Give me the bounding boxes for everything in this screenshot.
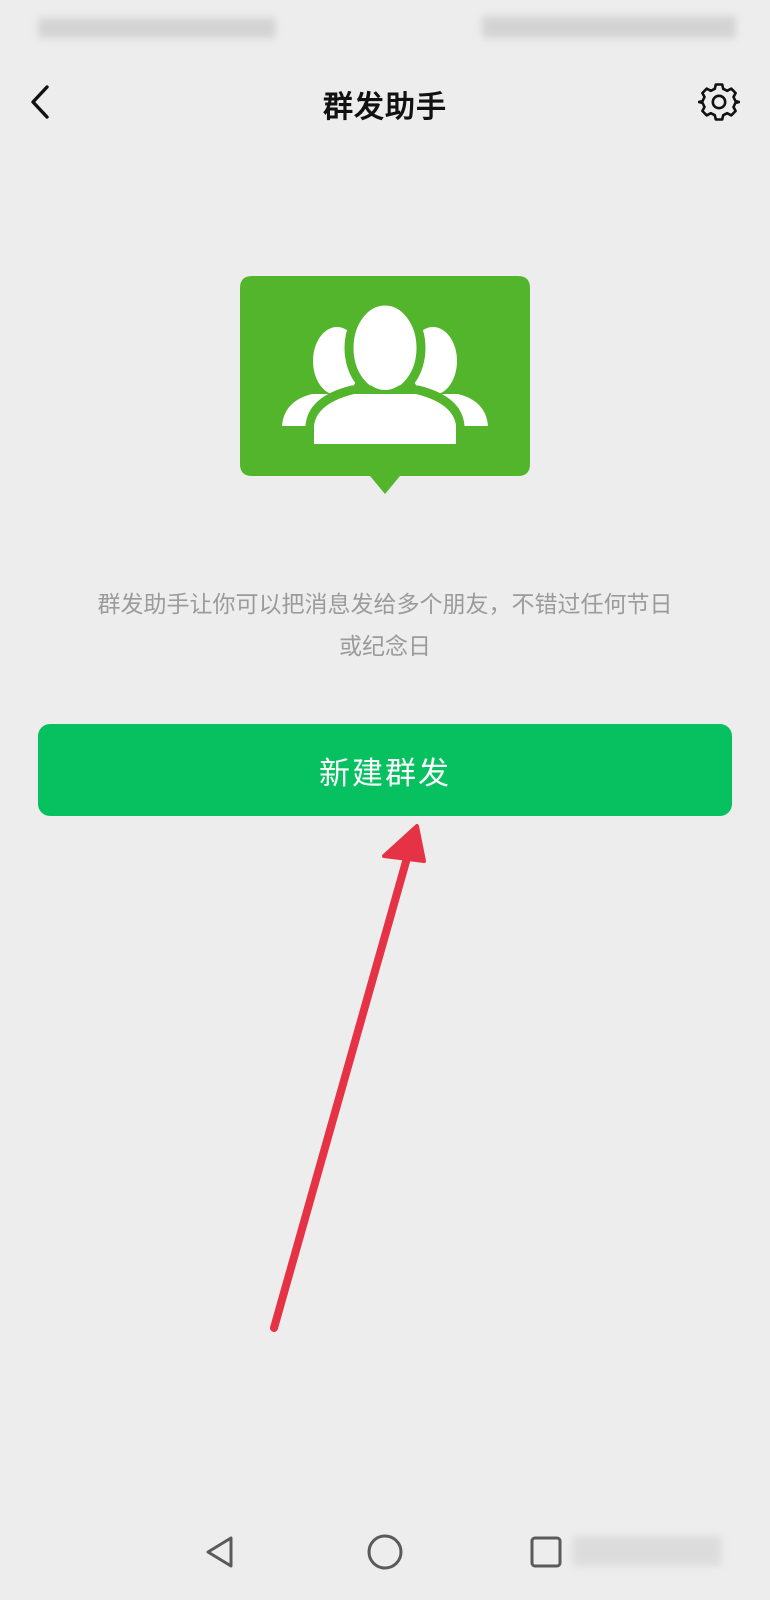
status-bar-right-blur — [482, 16, 736, 38]
circle-home-icon — [367, 1534, 403, 1570]
watermark — [572, 1530, 722, 1576]
system-home-button[interactable] — [355, 1522, 415, 1582]
status-bar-left-blur — [38, 18, 276, 38]
group-chat-icon — [240, 276, 530, 494]
new-broadcast-button[interactable]: 新建群发 — [38, 724, 732, 816]
description-text: 群发助手让你可以把消息发给多个朋友，不错过任何节日 或纪念日 — [40, 584, 730, 668]
square-recents-icon — [530, 1536, 562, 1568]
navigation-bar: 群发助手 — [0, 62, 770, 146]
page-title: 群发助手 — [323, 90, 447, 125]
gear-icon — [698, 83, 740, 121]
description-line-1: 群发助手让你可以把消息发给多个朋友，不错过任何节日 — [97, 592, 673, 618]
status-bar — [0, 0, 770, 62]
description-line-2: 或纪念日 — [339, 634, 431, 660]
system-back-button[interactable] — [190, 1522, 250, 1582]
watermark-blur — [572, 1536, 722, 1566]
triangle-back-icon — [206, 1536, 233, 1568]
system-recents-button[interactable] — [516, 1522, 576, 1582]
settings-button[interactable] — [694, 77, 744, 127]
